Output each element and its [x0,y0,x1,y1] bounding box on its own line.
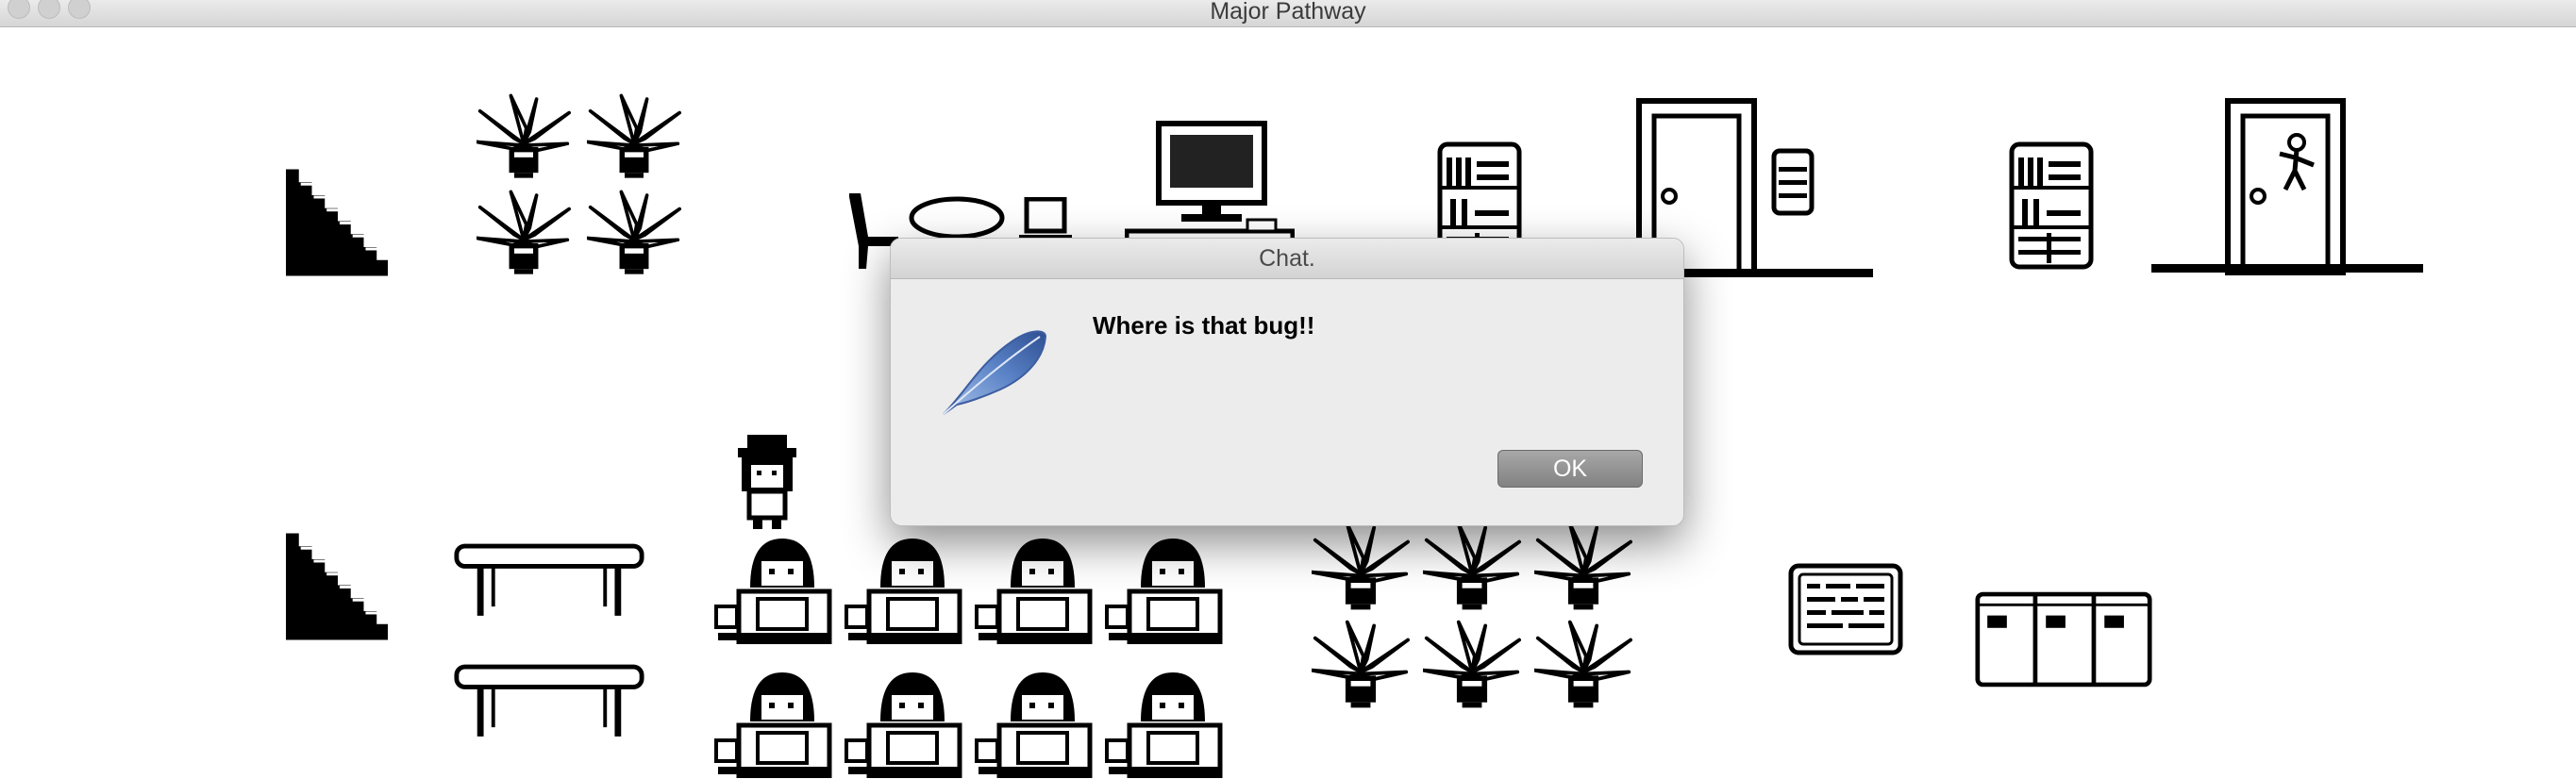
window-title: Major Pathway [1210,0,1366,25]
ok-button[interactable]: OK [1497,450,1643,488]
feather-icon [943,330,1047,415]
app-window: Major Pathway Chat. Where is that bug!! … [0,0,2576,779]
window-titlebar: Major Pathway [0,0,2576,27]
staircase-icon[interactable] [286,169,388,276]
character-icon[interactable] [2274,133,2321,193]
dialog-message: Where is that bug!! [1093,311,1315,340]
student-at-desk-icon[interactable] [712,531,835,644]
potted-plant-icon[interactable] [1312,522,1410,612]
potted-plant-icon[interactable] [477,190,571,276]
student-at-desk-icon[interactable] [1103,531,1226,644]
bench-icon[interactable] [453,659,645,742]
student-at-desk-icon[interactable] [843,665,965,778]
potted-plant-icon[interactable] [587,190,681,276]
dialog-title: Chat. [1259,245,1315,272]
student-at-desk-icon[interactable] [973,665,1096,778]
staircase-icon[interactable] [286,533,388,640]
student-at-desk-icon[interactable] [1103,665,1226,778]
locker-icon[interactable] [1771,148,1815,216]
potted-plant-icon[interactable] [587,93,681,180]
potted-plant-icon[interactable] [1534,522,1632,612]
cabinet-icon[interactable] [1975,588,2152,691]
student-at-desk-icon[interactable] [973,531,1096,644]
student-at-desk-icon[interactable] [712,665,835,778]
dialog-titlebar: Chat. [891,239,1683,279]
potted-plant-icon[interactable] [1423,620,1521,710]
student-at-desk-icon[interactable] [843,531,965,644]
bookshelf-icon[interactable] [2008,139,2095,271]
chat-dialog: Chat. Where is that bug!! OK [890,238,1684,526]
potted-plant-icon[interactable] [1534,620,1632,710]
character-icon[interactable] [728,431,806,529]
potted-plant-icon[interactable] [477,93,571,180]
potted-plant-icon[interactable] [1423,522,1521,612]
potted-plant-icon[interactable] [1312,620,1410,710]
bench-icon[interactable] [453,539,645,622]
floor-line [2151,264,2423,273]
framed-poster-icon[interactable] [1788,563,1903,655]
